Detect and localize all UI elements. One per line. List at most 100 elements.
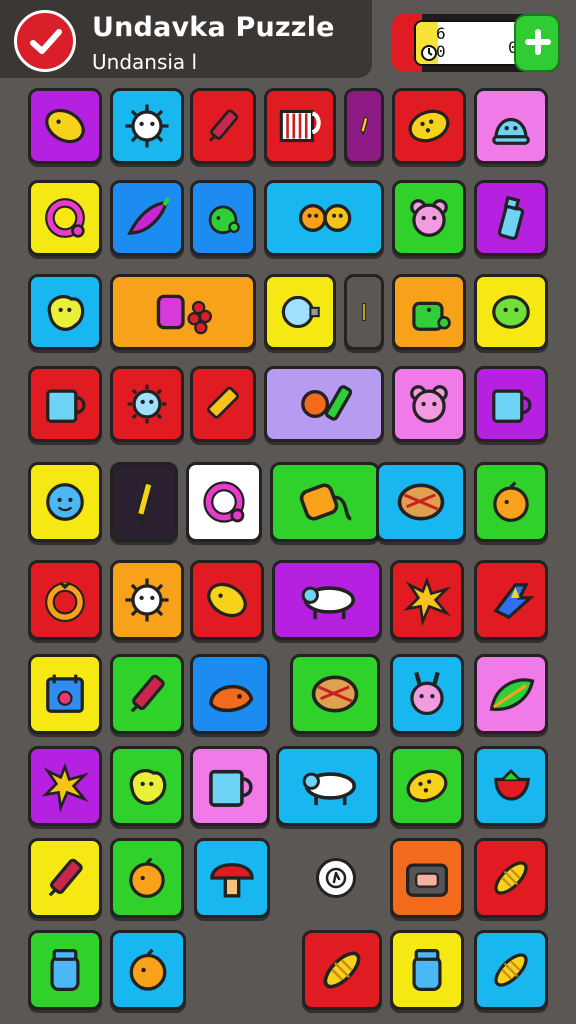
tile-bolt[interactable] [474,560,548,640]
tile-mushroom[interactable] [194,838,270,918]
tile-green-marker[interactable] [28,838,102,918]
tile-spark[interactable] [28,746,102,826]
tile-crayon[interactable] [190,366,256,442]
tile-lamp[interactable] [28,930,102,1010]
hint-button[interactable] [316,858,356,898]
nut-icon [397,483,445,521]
tile-leaf[interactable] [474,654,548,734]
tile-splat[interactable] [390,560,464,640]
mug-icon [492,389,532,423]
top-bar: Undavka Puzzle Undansia l [0,0,372,78]
tile-barrel-berries[interactable] [110,274,256,350]
tile-ring-white[interactable] [186,462,262,542]
tile-calendar[interactable] [28,654,102,734]
tile-bunny[interactable] [390,654,464,734]
counter-middle-value: 0 [436,42,446,61]
tile-bottle[interactable] [474,180,548,256]
dog-icon [301,586,356,620]
tile-tomato[interactable] [110,838,184,918]
mug-icon [209,769,253,807]
nut-icon [311,675,359,713]
tile-pink-bear[interactable] [392,366,466,442]
spiky-ball-icon [125,104,169,148]
sack-icon [299,483,352,521]
game-title: Undavka Puzzle [92,12,335,43]
tile-sack[interactable] [270,462,380,542]
tile-bulb[interactable] [264,274,336,350]
tile-jar[interactable] [390,930,464,1010]
corn-icon [494,953,528,987]
tile-watering-can[interactable] [392,274,466,350]
tile-lemon-red[interactable] [190,560,264,640]
tile-candy[interactable] [302,930,382,1010]
tile-cage[interactable] [264,88,336,164]
plus-icon [525,29,551,55]
tile-nut[interactable] [376,462,466,542]
tile-lemon[interactable] [28,88,102,164]
tile-sun-ball[interactable] [110,560,184,640]
corn-icon [494,861,528,895]
tile-pink-cup[interactable] [190,746,270,826]
marker-icon [209,109,239,142]
tile-fox-pair[interactable] [264,180,384,256]
orange-icon [493,481,529,522]
tile-lime[interactable] [474,274,548,350]
logo-check-icon[interactable] [14,10,76,72]
tile-bear[interactable] [392,180,466,256]
tile-fox[interactable] [190,654,270,734]
tile-cup[interactable] [474,366,548,442]
bottle-icon [497,195,525,240]
mushroom-icon [210,863,254,898]
tile-corn-husk[interactable] [290,654,380,734]
bulb-icon [281,295,320,329]
tile-sun-face[interactable] [110,366,184,442]
tile-corn[interactable] [474,838,548,918]
tile-stick[interactable] [344,274,384,350]
crayon-icon [207,386,239,419]
tile-mug[interactable] [28,366,102,442]
tile-marker[interactable] [190,88,256,164]
tile-strawberry[interactable] [474,746,548,826]
lime-icon [492,295,530,329]
marker-icon [130,674,165,713]
toaster-icon [406,863,448,897]
tile-jelly[interactable] [474,88,548,164]
tile-toaster[interactable] [390,838,464,918]
corn-icon [323,951,361,989]
pencil-icon [360,116,369,136]
smile-ball-icon [46,483,84,521]
fox-pair-icon [298,204,352,232]
fox-icon [209,684,254,713]
splat-icon [41,762,90,813]
tile-cat-battery[interactable] [264,366,384,442]
jelly-icon [492,117,530,145]
tile-pencil[interactable] [344,88,384,164]
tile-yellow-blob[interactable] [110,746,184,826]
tile-dog[interactable] [272,560,382,640]
strawberry-icon [494,769,530,801]
lemon-icon [45,108,85,144]
tile-bread[interactable] [474,930,548,1010]
calendar-icon [46,674,84,713]
tile-cow[interactable] [276,746,380,826]
tile-dark-pencil[interactable] [110,462,178,542]
mug-icon [46,389,86,423]
tile-smile-ball[interactable] [28,462,102,542]
tile-blob[interactable] [28,274,102,350]
tile-apple[interactable] [190,180,256,256]
blob-icon [47,294,85,331]
timer-icon [325,867,347,889]
tile-ring-orange[interactable] [28,560,102,640]
blob-icon [129,768,167,805]
jar-icon [50,949,80,991]
tile-orange-fruit[interactable] [110,930,186,1010]
tile-orange[interactable] [474,462,548,542]
tile-spiky-ball[interactable] [110,88,184,164]
barrel-berries-icon [156,294,212,335]
tile-lemon-spotted[interactable] [390,746,464,826]
tile-lemon-dots[interactable] [392,88,466,164]
tile-pepper[interactable] [110,180,184,256]
tile-purple-marker[interactable] [110,654,184,734]
tile-ring[interactable] [28,180,102,256]
add-button[interactable] [514,14,560,72]
